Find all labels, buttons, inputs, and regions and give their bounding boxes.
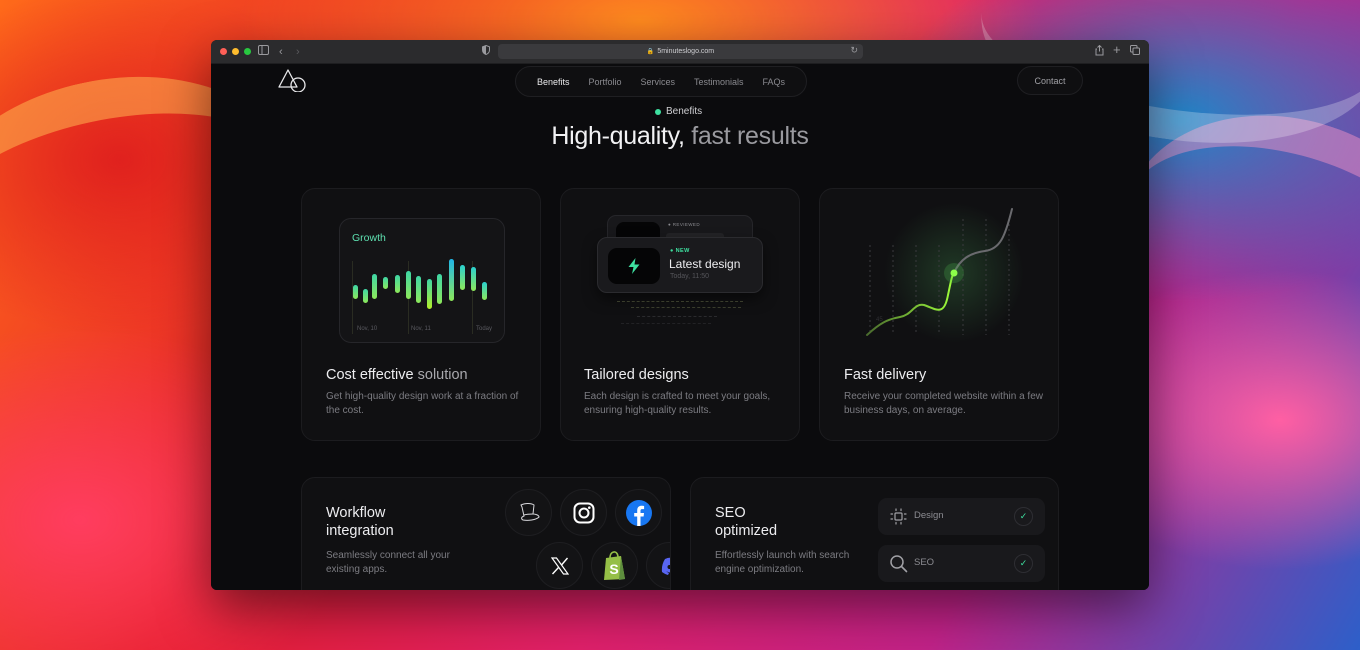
minimize-window-button[interactable] <box>232 48 239 55</box>
browser-toolbar: ‹ › 🔒 5minuteslogo.com ↻ + <box>211 40 1149 64</box>
x-app-icon[interactable] <box>536 542 583 589</box>
growth-bar <box>395 275 400 293</box>
lightning-icon <box>608 248 660 284</box>
card-description: Effortlessly launch with search engine o… <box>715 550 850 575</box>
status-dot <box>655 108 661 115</box>
headline-dim: fast results <box>691 122 809 150</box>
card-title: SEO optimized <box>715 504 777 540</box>
growth-title: Growth <box>352 232 386 244</box>
forward-icon[interactable]: › <box>296 45 300 59</box>
title-strong: Cost effective <box>326 367 414 383</box>
frame-icon <box>890 508 907 525</box>
growth-bar <box>406 271 411 299</box>
dashed-line <box>617 301 743 302</box>
reviewed-badge: ● REVIEWED <box>668 222 700 227</box>
new-tab-icon[interactable]: + <box>1113 43 1121 57</box>
benefit-card-workflow: Workflow integration Seamlessly connect … <box>301 477 671 590</box>
growth-bar <box>437 274 442 304</box>
lock-icon: 🔒 <box>646 49 655 55</box>
check-icon: ✓ <box>1014 507 1033 526</box>
share-icon[interactable] <box>1095 44 1104 60</box>
dashed-line <box>637 316 717 317</box>
url-text: 5minuteslogo.com <box>657 48 715 55</box>
new-badge: ● NEW <box>670 248 690 254</box>
nav-benefits[interactable]: Benefits <box>537 77 570 87</box>
growth-bar <box>353 285 358 299</box>
headline-strong: High-quality, <box>551 122 685 150</box>
reload-icon[interactable]: ↻ <box>850 45 858 56</box>
seo-row-seo[interactable]: SEO ✓ <box>878 545 1045 582</box>
card-title: Tailored designs <box>584 367 689 383</box>
title-dim: solution <box>417 367 468 383</box>
traffic-lights <box>220 48 251 55</box>
growth-bar <box>383 277 388 289</box>
notification-time: Today, 11:50 <box>670 273 710 280</box>
delivery-chart: 45 <box>866 203 1024 343</box>
growth-widget: Growth Nov, 10 Nov, 11 Today <box>339 218 505 343</box>
growth-bar <box>460 265 465 290</box>
discord-app-icon[interactable] <box>646 542 670 589</box>
contact-button[interactable]: Contact <box>1017 66 1083 95</box>
browser-window: ‹ › 🔒 5minuteslogo.com ↻ + Benefits Port… <box>211 40 1149 590</box>
zoom-window-button[interactable] <box>244 48 251 55</box>
svg-text:S: S <box>609 561 618 577</box>
dashed-line <box>621 323 711 324</box>
title-line: integration <box>326 523 394 539</box>
tab-overview-icon[interactable] <box>1130 45 1140 59</box>
eyebrow-label: Benefits <box>666 106 703 117</box>
growth-bar <box>427 279 432 309</box>
growth-label: Nov, 10 <box>357 326 378 332</box>
title-line: optimized <box>715 523 778 539</box>
nav-services[interactable]: Services <box>641 77 676 87</box>
growth-label: Nov, 11 <box>411 326 431 332</box>
close-window-button[interactable] <box>220 48 227 55</box>
nav-testimonials[interactable]: Testimonials <box>694 77 744 87</box>
growth-bar <box>416 276 421 303</box>
address-bar[interactable]: 🔒 5minuteslogo.com ↻ <box>498 44 863 59</box>
row-label: SEO <box>914 557 935 568</box>
notification-latest-design[interactable]: ● NEW Latest design Today, 11:50 <box>597 237 763 293</box>
shopify-app-icon[interactable]: S <box>591 542 638 589</box>
growth-bar <box>449 259 454 301</box>
seo-row-design[interactable]: Design ✓ <box>878 498 1045 535</box>
card-title: Workflow integration <box>326 504 394 540</box>
benefit-card-cost: Growth Nov, 10 Nov, 11 Today Cost effect… <box>301 188 541 441</box>
search-icon <box>890 555 908 573</box>
back-icon[interactable]: ‹ <box>279 45 283 59</box>
row-label: Design <box>914 510 944 521</box>
growth-bar <box>471 267 476 291</box>
card-description: Receive your completed website within a … <box>844 391 1043 416</box>
section-headline: High-quality, fast results <box>211 122 1149 151</box>
web-page: Benefits Portfolio Services Testimonials… <box>211 64 1149 590</box>
card-description: Each design is crafted to meet your goal… <box>584 391 771 416</box>
main-nav: Benefits Portfolio Services Testimonials… <box>515 66 807 97</box>
site-logo-icon[interactable] <box>277 68 309 92</box>
benefit-card-delivery: 45 Fast delivery Receive your completed … <box>819 188 1059 441</box>
privacy-shield-icon[interactable] <box>482 44 490 59</box>
current-point <box>950 269 958 277</box>
check-icon: ✓ <box>1014 554 1033 573</box>
card-description: Get high-quality design work at a fracti… <box>326 391 519 416</box>
benefit-card-tailored: ● REVIEWED ● NEW Latest design Today, 11… <box>560 188 800 441</box>
nav-faqs[interactable]: FAQs <box>763 77 786 87</box>
benefit-card-seo: SEO optimized Effortlessly launch with s… <box>690 477 1059 590</box>
title-line: Workflow <box>326 505 386 521</box>
growth-bar <box>482 282 487 300</box>
card-title: Cost effective solution <box>326 367 468 383</box>
growth-label: Today <box>476 326 493 332</box>
instagram-app-icon[interactable] <box>560 489 607 536</box>
card-title: Fast delivery <box>844 367 927 383</box>
card-description: Seamlessly connect all your existing app… <box>326 550 450 575</box>
sidebar-toggle-icon[interactable] <box>258 45 269 59</box>
title-line: SEO <box>715 505 746 521</box>
nav-portfolio[interactable]: Portfolio <box>588 77 621 87</box>
alfred-app-icon[interactable] <box>505 489 552 536</box>
dashed-line <box>631 307 741 308</box>
notification-title: Latest design <box>669 257 741 271</box>
growth-bar <box>372 274 377 299</box>
facebook-app-icon[interactable] <box>615 489 662 536</box>
growth-bar <box>363 289 368 303</box>
section-eyebrow: Benefits <box>655 106 702 117</box>
